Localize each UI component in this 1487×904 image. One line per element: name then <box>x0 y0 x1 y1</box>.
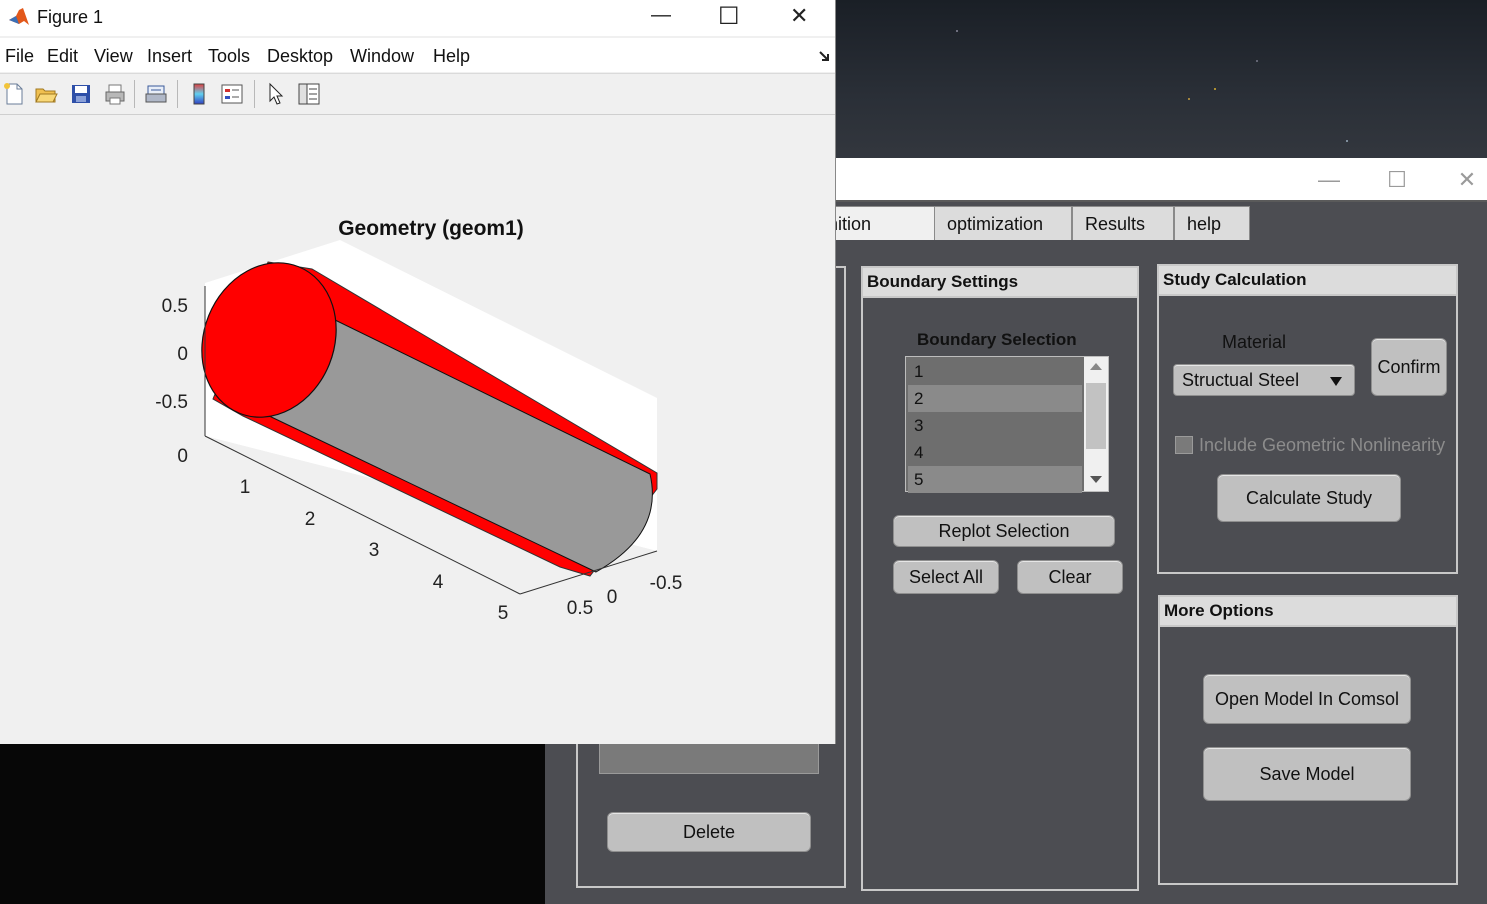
toolbar-divider <box>134 80 135 108</box>
desktop-background <box>836 0 1487 160</box>
x-tick-label: 2 <box>305 509 316 530</box>
print-icon[interactable] <box>103 82 127 106</box>
maximize-button[interactable]: ☐ <box>718 2 740 31</box>
scroll-thumb[interactable] <box>1086 383 1106 449</box>
tab-help[interactable]: help <box>1174 206 1250 240</box>
y-tick-label: -0.5 <box>650 573 683 594</box>
close-button[interactable]: ✕ <box>1437 164 1487 196</box>
new-file-icon[interactable] <box>2 82 26 106</box>
list-item[interactable]: 2 <box>908 385 1082 412</box>
boundary-selection-label: Boundary Selection <box>917 330 1077 349</box>
z-tick-label: 0 <box>177 446 188 467</box>
open-folder-icon[interactable] <box>34 82 58 106</box>
tab-results[interactable]: Results <box>1072 206 1174 240</box>
list-item[interactable]: 5 <box>908 466 1082 493</box>
menu-desktop[interactable]: Desktop <box>267 46 333 67</box>
list-item[interactable]: 4 <box>908 439 1082 466</box>
chevron-down-icon <box>1330 377 1342 386</box>
figure-window: Figure 1 — ☐ ✕ File Edit View Insert Too… <box>0 0 836 744</box>
calculate-study-button[interactable]: Calculate Study <box>1217 474 1401 522</box>
star-dot <box>1214 88 1216 90</box>
list-item[interactable]: 3 <box>908 412 1082 439</box>
z-tick-label: 0.5 <box>162 296 188 317</box>
material-label: Material <box>1222 332 1287 352</box>
y-tick-label: 0 <box>607 587 618 608</box>
z-tick-label: -0.5 <box>155 392 188 413</box>
panel-title: More Options <box>1160 597 1456 627</box>
geometry-plot[interactable]: Geometry (geom1) 0.5 0 -0.5 0 1 2 3 4 5 … <box>0 114 834 744</box>
save-icon[interactable] <box>69 82 93 106</box>
material-dropdown[interactable]: Structual Steel <box>1173 364 1355 396</box>
more-options-panel: More Options Open Model In Comsol Save M… <box>1158 595 1458 885</box>
z-tick-label: 0 <box>177 344 188 365</box>
menu-insert[interactable]: Insert <box>147 46 192 67</box>
x-tick-label: 5 <box>498 603 509 624</box>
property-editor-icon[interactable] <box>297 82 321 106</box>
study-calculation-panel: Study Calculation Material Structual Ste… <box>1157 264 1458 574</box>
panel-title: Boundary Settings <box>863 268 1137 298</box>
replot-selection-button[interactable]: Replot Selection <box>893 515 1115 547</box>
material-value: Structual Steel <box>1182 370 1300 390</box>
menu-view[interactable]: View <box>94 46 133 67</box>
left-panel-field[interactable] <box>599 742 819 774</box>
boundary-listbox[interactable]: 1 2 3 4 5 <box>905 356 1109 493</box>
x-tick-label: 3 <box>369 540 380 561</box>
list-item[interactable]: 1 <box>908 358 1082 385</box>
matlab-logo-icon <box>9 8 29 25</box>
tab-optimization[interactable]: optimization <box>934 206 1072 240</box>
delete-button[interactable]: Delete <box>607 812 811 852</box>
toolbar-divider <box>177 80 178 108</box>
minimize-button[interactable]: — <box>1299 164 1359 196</box>
confirm-button[interactable]: Confirm <box>1371 338 1447 396</box>
scroll-up-icon[interactable] <box>1090 363 1102 370</box>
figure-title-bar: Figure 1 — ☐ ✕ <box>0 0 835 36</box>
menu-help[interactable]: Help <box>433 46 470 67</box>
menu-edit[interactable]: Edit <box>47 46 78 67</box>
legend-icon[interactable] <box>220 82 244 106</box>
colorbar-icon[interactable] <box>187 82 211 106</box>
save-model-button[interactable]: Save Model <box>1203 747 1411 801</box>
toolbar-divider <box>254 80 255 108</box>
close-button[interactable]: ✕ <box>790 3 808 29</box>
figure-title: Figure 1 <box>37 7 104 27</box>
select-all-button[interactable]: Select All <box>893 560 999 594</box>
pointer-icon[interactable] <box>264 82 288 106</box>
menu-window[interactable]: Window <box>350 46 414 67</box>
nonlinearity-checkbox[interactable] <box>1175 436 1193 454</box>
plot-title: Geometry (geom1) <box>338 217 524 240</box>
nonlinearity-label: Include Geometric Nonlinearity <box>1199 435 1446 455</box>
star-dot <box>956 30 958 32</box>
dock-arrow-icon[interactable] <box>818 50 830 62</box>
figure-menubar: File Edit View Insert Tools Desktop Wind… <box>0 38 835 72</box>
open-comsol-button[interactable]: Open Model In Comsol <box>1203 674 1411 724</box>
clear-button[interactable]: Clear <box>1017 560 1123 594</box>
menu-file[interactable]: File <box>5 46 34 67</box>
x-tick-label: 1 <box>240 477 251 498</box>
figure-toolbar <box>0 73 835 115</box>
scroll-down-icon[interactable] <box>1090 476 1102 483</box>
star-dot <box>1346 140 1348 142</box>
minimize-button[interactable]: — <box>651 4 671 27</box>
panel-title: Study Calculation <box>1159 266 1456 296</box>
star-dot <box>1188 98 1190 100</box>
maximize-button[interactable]: ☐ <box>1367 164 1427 196</box>
y-tick-label: 0.5 <box>567 598 593 619</box>
boundary-settings-panel: Boundary Settings Boundary Selection 1 2… <box>861 266 1139 891</box>
menu-tools[interactable]: Tools <box>208 46 250 67</box>
star-dot <box>1256 60 1258 62</box>
listbox-scrollbar[interactable] <box>1084 357 1108 491</box>
x-tick-label: 4 <box>433 572 444 593</box>
print-preview-icon[interactable] <box>144 82 168 106</box>
